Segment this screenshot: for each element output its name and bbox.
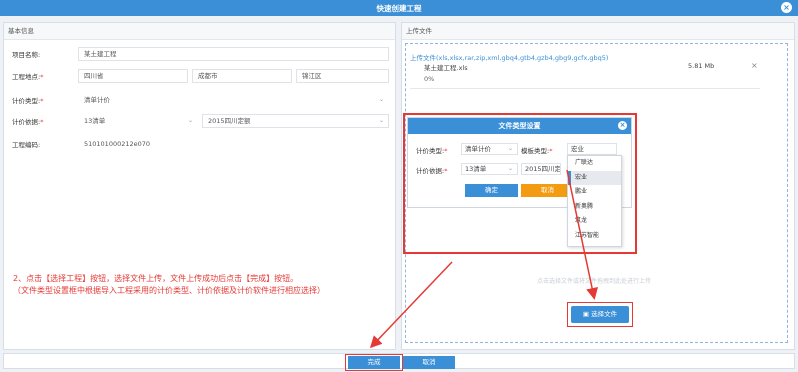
finish-button[interactable]: 完成	[348, 356, 400, 369]
arrow-to-finish	[369, 261, 453, 349]
annotation-arrows	[369, 169, 598, 349]
bottom-bar: 完成 取消	[3, 353, 795, 371]
arrow-to-select-file	[566, 169, 598, 300]
cancel-button[interactable]: 取消	[403, 356, 455, 369]
